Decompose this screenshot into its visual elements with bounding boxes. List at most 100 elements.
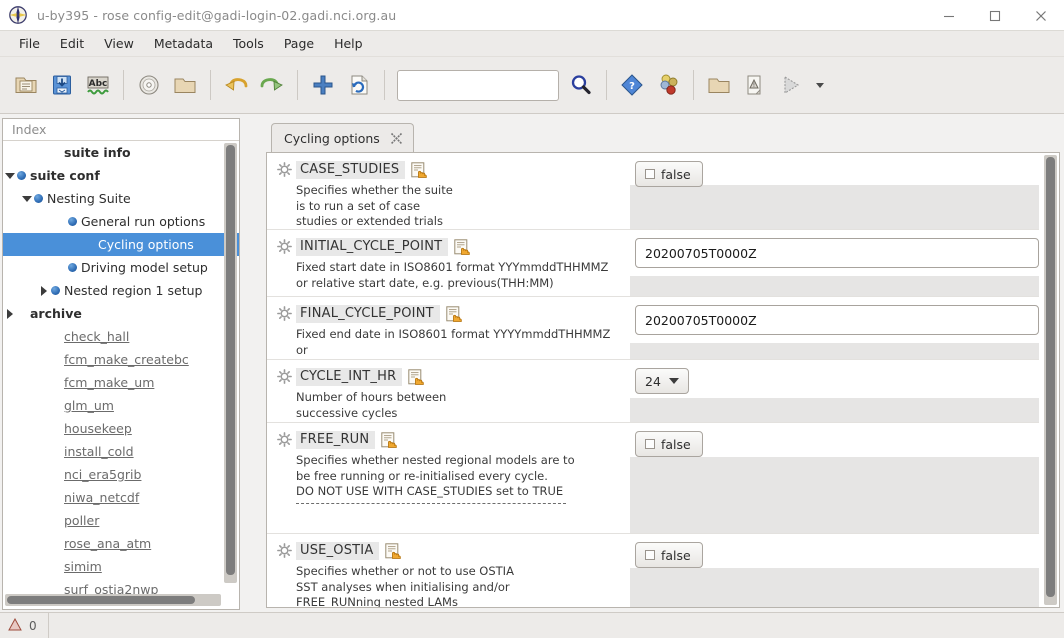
open-folder-icon[interactable] (167, 65, 203, 105)
error-count-cell[interactable]: 0 (0, 612, 49, 638)
config-key-name[interactable]: CASE_STUDIES (296, 160, 406, 179)
sidebar-item-nesting-suite[interactable]: Nesting Suite (3, 187, 239, 210)
sidebar-item-nested-region-1-setup[interactable]: Nested region 1 setup (3, 279, 239, 302)
search-magnifier-icon[interactable] (563, 65, 599, 105)
sidebar-item-rose-ana-atm[interactable]: rose_ana_atm (3, 532, 239, 555)
sidebar-item-housekeep[interactable]: housekeep (3, 417, 239, 440)
sidebar-item-install-cold[interactable]: install_cold (3, 440, 239, 463)
gear-icon[interactable] (277, 162, 292, 177)
sidebar-item-poller[interactable]: poller (3, 509, 239, 532)
menu-metadata[interactable]: Metadata (144, 33, 223, 54)
edit-value-hand-icon[interactable] (446, 305, 462, 322)
menu-page[interactable]: Page (274, 33, 324, 54)
sidebar-horizontal-scrollbar[interactable] (5, 594, 221, 606)
minimize-icon[interactable] (926, 0, 972, 31)
run-options-dropdown-icon[interactable] (809, 65, 831, 105)
chevron-down-icon[interactable] (668, 378, 679, 384)
sidebar-item-archive[interactable]: archive (3, 302, 239, 325)
menu-edit[interactable]: Edit (50, 33, 94, 54)
close-icon[interactable] (1018, 0, 1064, 31)
help-diamond-icon[interactable]: ? (614, 65, 650, 105)
menu-file[interactable]: File (9, 33, 50, 54)
sidebar-item-suite-info[interactable]: suite info (3, 141, 239, 164)
tab-cycling-options[interactable]: Cycling options (271, 123, 414, 153)
sidebar-item-cycling-options[interactable]: Cycling options (3, 233, 239, 256)
checkbox-icon[interactable] (645, 439, 655, 449)
sidebar-item-check-hall[interactable]: check_hall (3, 325, 239, 348)
panel-vertical-scrollbar[interactable] (1044, 155, 1057, 605)
toolbar-separator (210, 70, 211, 100)
sidebar-item-fcm-make-um[interactable]: fcm_make_um (3, 371, 239, 394)
browse-disc-icon[interactable] (131, 65, 167, 105)
sidebar-item-fcm-make-createbc[interactable]: fcm_make_createbc (3, 348, 239, 371)
sidebar-vertical-scrollbar[interactable] (224, 143, 237, 583)
config-key-name[interactable]: FINAL_CYCLE_POINT (296, 304, 440, 323)
gear-icon[interactable] (277, 432, 292, 447)
checkbox-icon[interactable] (645, 550, 655, 560)
value-dropdown[interactable]: 24 (635, 368, 689, 394)
chevron-right-icon[interactable] (3, 302, 17, 325)
save-icon[interactable] (44, 65, 80, 105)
chevron-down-icon[interactable] (20, 187, 34, 210)
chevron-down-icon[interactable] (3, 164, 17, 187)
sidebar-horizontal-scroll-thumb[interactable] (7, 596, 195, 604)
search-input[interactable] (397, 69, 559, 101)
checkbox-icon[interactable] (645, 169, 655, 179)
revert-page-icon[interactable] (341, 65, 377, 105)
sidebar-item-glm-um[interactable]: glm_um (3, 394, 239, 417)
config-key-name[interactable]: USE_OSTIA (296, 541, 380, 560)
maximize-icon[interactable] (972, 0, 1018, 31)
toolbar-separator (297, 70, 298, 100)
browse-output-folder-icon[interactable] (701, 65, 737, 105)
text-value-input[interactable]: 20200705T0000Z (635, 238, 1039, 268)
sidebar-item-nci-era5grib[interactable]: nci_era5grib (3, 463, 239, 486)
sidebar-item-suite-conf[interactable]: suite conf (3, 164, 239, 187)
edit-value-hand-icon[interactable] (381, 431, 398, 448)
gear-icon[interactable] (277, 369, 292, 384)
edit-value-hand-icon[interactable] (385, 542, 402, 559)
chevron-right-icon[interactable] (37, 279, 51, 302)
sidebar-item-general-run-options[interactable]: General run options (3, 210, 239, 233)
boolean-toggle-button[interactable]: false (635, 431, 703, 457)
tree-twisty-placeholder (37, 417, 51, 440)
sidebar-item-niwa-netcdf[interactable]: niwa_netcdf (3, 486, 239, 509)
open-config-icon[interactable] (8, 65, 44, 105)
add-icon[interactable] (305, 65, 341, 105)
menu-view[interactable]: View (94, 33, 144, 54)
sidebar-item-label: niwa_netcdf (64, 490, 140, 505)
tree-twisty-placeholder (37, 325, 51, 348)
gear-icon[interactable] (277, 543, 292, 558)
edit-value-hand-icon[interactable] (408, 368, 425, 385)
tree-twisty-placeholder (37, 371, 51, 394)
section-bullet-icon (51, 286, 60, 295)
config-row-right: 20200705T0000Z (627, 229, 1039, 297)
menu-tools[interactable]: Tools (223, 33, 274, 54)
view-errors-page-icon[interactable]: ! (737, 65, 773, 105)
menu-help[interactable]: Help (324, 33, 373, 54)
config-value-widget: false (635, 542, 703, 568)
sidebar-item-simim[interactable]: simim (3, 555, 239, 578)
view-latent-icon[interactable] (650, 65, 686, 105)
gear-icon[interactable] (277, 239, 292, 254)
spellcheck-abc-icon[interactable]: Abc (80, 65, 116, 105)
sidebar-item-label: nci_era5grib (64, 467, 142, 482)
gear-icon[interactable] (277, 306, 292, 321)
config-key-name[interactable]: CYCLE_INT_HR (296, 367, 403, 386)
run-suite-play-icon[interactable] (773, 65, 809, 105)
boolean-toggle-button[interactable]: false (635, 161, 703, 187)
title-bar: u-by395 - rose config-edit@gadi-login-02… (0, 0, 1064, 31)
panel-vertical-scroll-thumb[interactable] (1046, 157, 1055, 597)
sidebar-item-driving-model-setup[interactable]: Driving model setup (3, 256, 239, 279)
config-row-left: FINAL_CYCLE_POINT Fixed end date in ISO86… (267, 296, 627, 372)
undo-icon[interactable] (218, 65, 254, 105)
boolean-toggle-button[interactable]: false (635, 542, 703, 568)
edit-value-hand-icon[interactable] (454, 238, 471, 255)
tree-twisty-placeholder (37, 555, 51, 578)
sidebar-vertical-scroll-thumb[interactable] (226, 145, 235, 575)
redo-icon[interactable] (254, 65, 290, 105)
text-value-input[interactable]: 20200705T0000Z (635, 305, 1039, 335)
config-key-name[interactable]: FREE_RUN (296, 430, 376, 449)
tab-close-icon[interactable] (390, 132, 403, 145)
config-key-name[interactable]: INITIAL_CYCLE_POINT (296, 237, 449, 256)
edit-value-hand-icon[interactable] (411, 161, 428, 178)
